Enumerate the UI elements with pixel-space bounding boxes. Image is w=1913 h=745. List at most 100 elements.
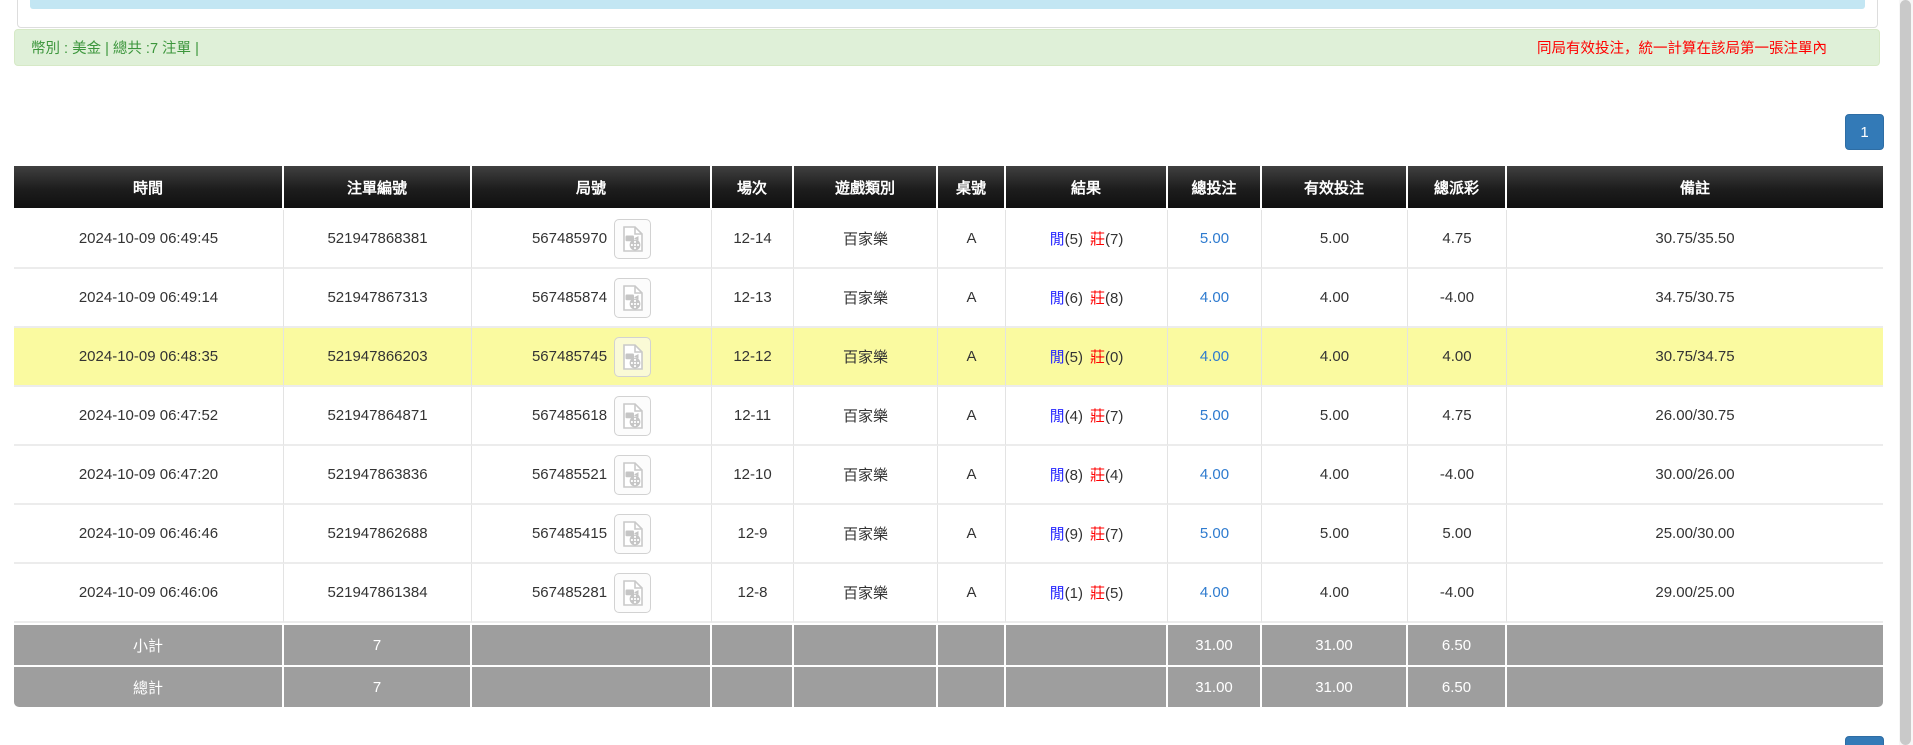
total-bet-link[interactable]: 4.00 [1200,289,1229,306]
video-file-icon [622,462,644,488]
totals-section: 小計 7 31.00 31.00 6.50 總計 7 31.00 31.00 6… [14,623,1883,707]
cell-bet-id: 521947866203 [284,328,472,387]
header-session: 場次 [712,166,794,210]
video-replay-button[interactable] [614,337,651,377]
round-number: 567485415 [532,525,607,542]
cell-session: 12-12 [712,328,794,387]
total-bet-link[interactable]: 4.00 [1200,348,1229,365]
result-player-value: (5) [1065,349,1083,366]
cell-session: 12-9 [712,505,794,564]
result-banker-label: 莊 [1090,290,1105,307]
video-replay-button[interactable] [614,514,651,554]
result-banker-label: 莊 [1090,467,1105,484]
scrollbar-thumb[interactable] [1900,0,1911,745]
total-bet-link[interactable]: 5.00 [1200,525,1229,542]
summary-bar: 幣別 : 美金 | 總共 :7 注單 | 同局有效投注，統一計算在該局第一張注單… [14,29,1880,66]
total-bet-link[interactable]: 5.00 [1200,407,1229,424]
header-payout: 總派彩 [1408,166,1507,210]
table-row: 2024-10-09 06:46:46 521947862688 5674854… [14,505,1883,564]
cell-round-no: 567485281 [472,564,712,623]
cell-payout: 4.75 [1408,210,1507,269]
header-time: 時間 [14,166,284,210]
table-row: 2024-10-09 06:48:35 521947866203 5674857… [14,328,1883,387]
video-file-icon [622,226,644,252]
cell-round-no: 567485970 [472,210,712,269]
subtotal-total-bet: 31.00 [1168,623,1262,665]
cell-remark: 30.75/35.50 [1507,210,1883,269]
cell-time: 2024-10-09 06:46:46 [14,505,284,564]
subtotal-valid-bet: 31.00 [1262,623,1408,665]
round-number: 567485618 [532,407,607,424]
cell-time: 2024-10-09 06:46:06 [14,564,284,623]
video-replay-button[interactable] [614,573,651,613]
cell-bet-id: 521947864871 [284,387,472,446]
cell-round-no: 567485874 [472,269,712,328]
video-file-icon [622,580,644,606]
cell-session: 12-10 [712,446,794,505]
cell-remark: 34.75/30.75 [1507,269,1883,328]
cell-round-no: 567485521 [472,446,712,505]
cell-valid-bet: 5.00 [1262,505,1408,564]
bet-records-table: 時間 注單編號 局號 場次 遊戲類別 桌號 結果 總投注 有效投注 總派彩 備註… [14,166,1883,707]
cell-bet-id: 521947863836 [284,446,472,505]
cell-game-type: 百家樂 [794,269,938,328]
result-banker-value: (5) [1105,585,1123,602]
result-player-label: 閒 [1050,585,1065,602]
result-banker-value: (7) [1105,231,1123,248]
total-count: 7 [284,665,472,707]
header-result: 結果 [1006,166,1168,210]
video-replay-button[interactable] [614,455,651,495]
video-replay-button[interactable] [614,278,651,318]
header-game-type: 遊戲類別 [794,166,938,210]
cell-game-type: 百家樂 [794,564,938,623]
video-file-icon [622,344,644,370]
video-file-icon [622,403,644,429]
table-row: 2024-10-09 06:49:14 521947867313 5674858… [14,269,1883,328]
cell-round-no: 567485745 [472,328,712,387]
cell-valid-bet: 4.00 [1262,269,1408,328]
video-file-icon [622,285,644,311]
header-table-no: 桌號 [938,166,1006,210]
total-label: 總計 [14,665,284,707]
vertical-scrollbar[interactable] [1899,0,1913,745]
cell-total-bet: 4.00 [1168,328,1262,387]
total-valid-bet: 31.00 [1262,665,1408,707]
cell-result: 閒(1)莊(5) [1006,564,1168,623]
cell-valid-bet: 5.00 [1262,210,1408,269]
cell-game-type: 百家樂 [794,387,938,446]
result-banker-label: 莊 [1090,231,1105,248]
video-replay-button[interactable] [614,396,651,436]
result-player-value: (5) [1065,231,1083,248]
video-replay-button[interactable] [614,219,651,259]
cell-table-no: A [938,387,1006,446]
cell-table-no: A [938,328,1006,387]
cell-game-type: 百家樂 [794,446,938,505]
round-number: 567485521 [532,466,607,483]
cell-total-bet: 5.00 [1168,387,1262,446]
result-banker-value: (7) [1105,526,1123,543]
cell-remark: 29.00/25.00 [1507,564,1883,623]
pagination-page-1-top[interactable]: 1 [1845,114,1884,150]
pagination-page-1-bottom[interactable]: 1 [1845,736,1884,745]
total-bet-link[interactable]: 5.00 [1200,230,1229,247]
cell-total-bet: 4.00 [1168,564,1262,623]
cell-bet-id: 521947861384 [284,564,472,623]
table-row: 2024-10-09 06:46:06 521947861384 5674852… [14,564,1883,623]
settlement-note-text: 同局有效投注，統一計算在該局第一張注單內 [1537,37,1827,58]
result-player-value: (1) [1065,585,1083,602]
cell-session: 12-8 [712,564,794,623]
table-header-row: 時間 注單編號 局號 場次 遊戲類別 桌號 結果 總投注 有效投注 總派彩 備註 [14,166,1883,210]
total-bet-link[interactable]: 4.00 [1200,584,1229,601]
cell-payout: -4.00 [1408,564,1507,623]
cell-total-bet: 5.00 [1168,505,1262,564]
cell-bet-id: 521947868381 [284,210,472,269]
panel-heading-bar[interactable] [30,0,1865,9]
cell-valid-bet: 4.00 [1262,564,1408,623]
round-number: 567485874 [532,289,607,306]
total-bet-link[interactable]: 4.00 [1200,466,1229,483]
cell-table-no: A [938,446,1006,505]
result-player-label: 閒 [1050,408,1065,425]
result-player-label: 閒 [1050,467,1065,484]
result-player-value: (8) [1065,467,1083,484]
grand-total-row: 總計 7 31.00 31.00 6.50 [14,665,1883,707]
